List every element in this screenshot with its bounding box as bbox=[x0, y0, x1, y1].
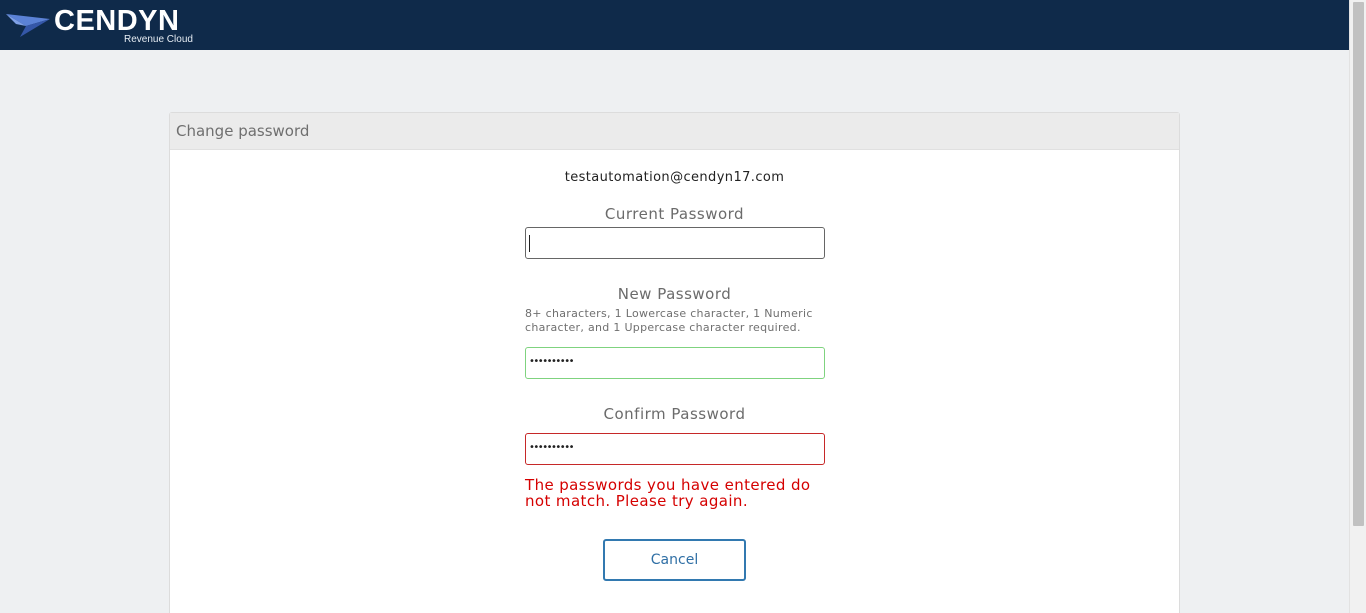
current-password-label: Current Password bbox=[604, 205, 745, 223]
top-header: CENDYN Revenue Cloud bbox=[0, 0, 1349, 50]
password-mismatch-error: The passwords you have entered do not ma… bbox=[525, 476, 811, 510]
text-caret bbox=[529, 235, 530, 252]
change-password-panel: Change password testautomation@cendyn17.… bbox=[169, 112, 1180, 613]
confirm-password-field[interactable]: •••••••••• bbox=[525, 433, 825, 465]
logo-bird-icon bbox=[6, 14, 50, 37]
current-password-input[interactable] bbox=[526, 228, 824, 258]
logo-product-name: Revenue Cloud bbox=[124, 34, 193, 45]
user-email: testautomation@cendyn17.com bbox=[564, 170, 785, 185]
scrollbar-thumb[interactable] bbox=[1353, 2, 1364, 526]
new-password-field[interactable]: •••••••••• bbox=[525, 347, 825, 379]
vertical-scrollbar[interactable] bbox=[1349, 0, 1366, 613]
password-requirements-hint: 8+ characters, 1 Lowercase character, 1 … bbox=[525, 307, 813, 334]
new-password-label: New Password bbox=[617, 285, 732, 303]
cendyn-logo[interactable]: CENDYN Revenue Cloud bbox=[6, 4, 206, 46]
new-password-masked-value: •••••••••• bbox=[529, 356, 574, 367]
cancel-button[interactable]: Cancel bbox=[603, 539, 746, 581]
confirm-password-masked-value: •••••••••• bbox=[529, 442, 574, 453]
panel-title: Change password bbox=[170, 113, 1179, 150]
current-password-field[interactable] bbox=[525, 227, 825, 259]
confirm-password-label: Confirm Password bbox=[603, 405, 746, 423]
